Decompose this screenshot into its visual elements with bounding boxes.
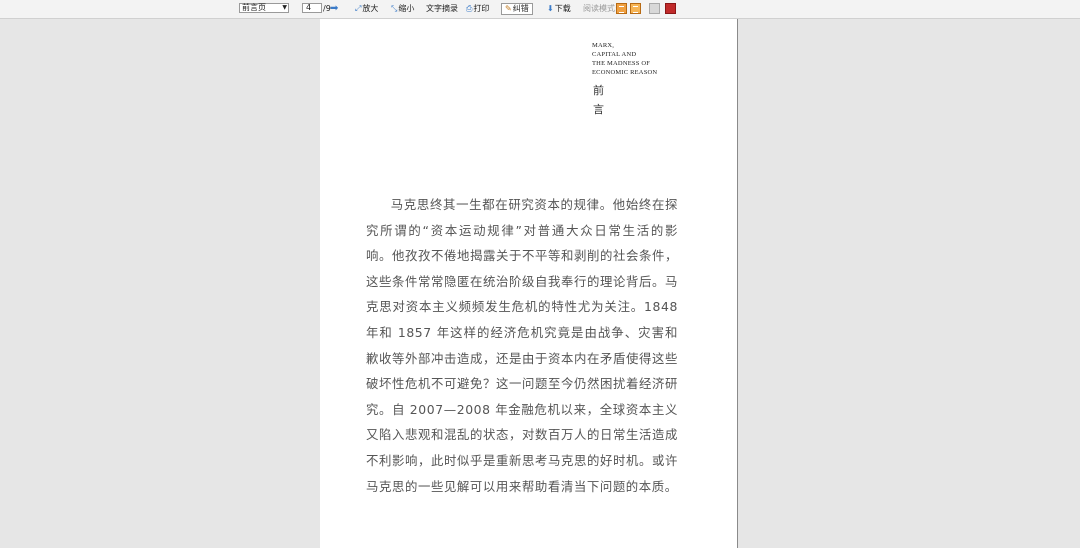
chapter-title-char: 言 — [593, 103, 604, 116]
zoom-in-label: 放大 — [362, 4, 379, 13]
download-label: 下载 — [554, 4, 571, 13]
double-page-mode-icon[interactable] — [630, 3, 641, 14]
thumbnail-mode-icon[interactable] — [649, 3, 660, 14]
chevron-down-icon: ▼ — [282, 4, 287, 11]
chapter-title-char: 前 — [593, 84, 604, 97]
print-button[interactable]: ⎙打印 — [466, 3, 489, 15]
zoom-out-label: 缩小 — [398, 4, 415, 13]
zoom-out-button[interactable]: ⤡缩小 — [391, 3, 414, 15]
chapter-title: 前 言 — [593, 81, 607, 119]
go-arrow-icon[interactable]: ➡ — [330, 3, 338, 15]
header-line: THE MADNESS OF — [592, 60, 651, 67]
pencil-icon: ✎ — [505, 4, 512, 13]
read-mode-label: 阅读模式: — [583, 4, 618, 13]
printer-icon: ⎙ — [466, 4, 473, 13]
notes-label: 纠错 — [512, 4, 529, 13]
page-edge-divider — [737, 19, 738, 548]
paragraph-text: 马克思终其一生都在研究资本的规律。他始终在探究所谓的“资本运动规律”对普通大众日… — [366, 197, 678, 494]
header-line: CAPITAL AND — [592, 51, 637, 58]
page-select[interactable]: 前言页 ▼ — [239, 3, 289, 13]
running-header-english: MARX, CAPITAL AND THE MADNESS OF ECONOMI… — [592, 41, 657, 77]
notes-button[interactable]: ✎纠错 — [501, 3, 533, 15]
zoom-out-icon: ⤡ — [391, 4, 398, 13]
single-page-mode-icon[interactable] — [616, 3, 627, 14]
text-extract-button[interactable]: 文字摘录 — [426, 3, 458, 15]
print-label: 打印 — [473, 4, 490, 13]
viewer-toolbar: 前言页 ▼ 4 /9 ➡ ⤢放大 ⤡缩小 文字摘录 ⎙打印 ✎纠错 ⬇下载 阅读… — [0, 0, 1080, 19]
page-number-input[interactable]: 4 — [302, 3, 322, 13]
zoom-in-icon: ⤢ — [355, 4, 362, 13]
header-line: ECONOMIC REASON — [592, 69, 658, 76]
download-icon: ⬇ — [547, 4, 554, 13]
download-button[interactable]: ⬇下载 — [547, 3, 571, 15]
body-paragraph: 马克思终其一生都在研究资本的规律。他始终在探究所谓的“资本运动规律”对普通大众日… — [366, 192, 678, 499]
fullscreen-mode-icon[interactable] — [665, 3, 676, 14]
zoom-in-button[interactable]: ⤢放大 — [355, 3, 378, 15]
document-page: MARX, CAPITAL AND THE MADNESS OF ECONOMI… — [320, 19, 738, 548]
header-line: MARX, — [592, 42, 615, 49]
page-select-value: 前言页 — [242, 3, 266, 12]
